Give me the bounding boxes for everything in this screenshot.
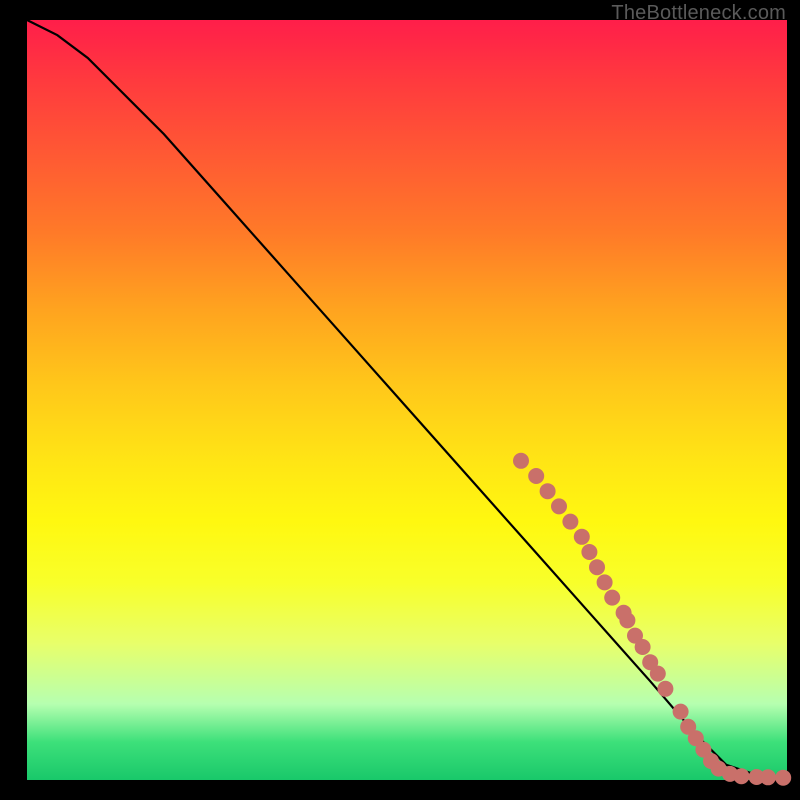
data-point-marker [775,770,791,786]
data-point-marker [597,574,613,590]
data-point-marker [650,666,666,682]
watermark-text: TheBottleneck.com [611,2,786,25]
data-point-marker [635,639,651,655]
data-point-marker [760,769,776,785]
data-point-marker [574,529,590,545]
data-point-marker [551,498,567,514]
curve-markers [513,453,791,786]
data-point-marker [673,704,689,720]
data-point-marker [528,468,544,484]
chart-svg [27,20,787,780]
data-point-marker [657,681,673,697]
data-point-marker [604,590,620,606]
chart-frame [27,20,787,780]
data-point-marker [540,483,556,499]
data-point-marker [562,514,578,530]
data-point-marker [513,453,529,469]
data-point-marker [589,559,605,575]
data-point-marker [733,768,749,784]
curve-line [27,20,787,779]
data-point-marker [581,544,597,560]
data-point-marker [619,612,635,628]
